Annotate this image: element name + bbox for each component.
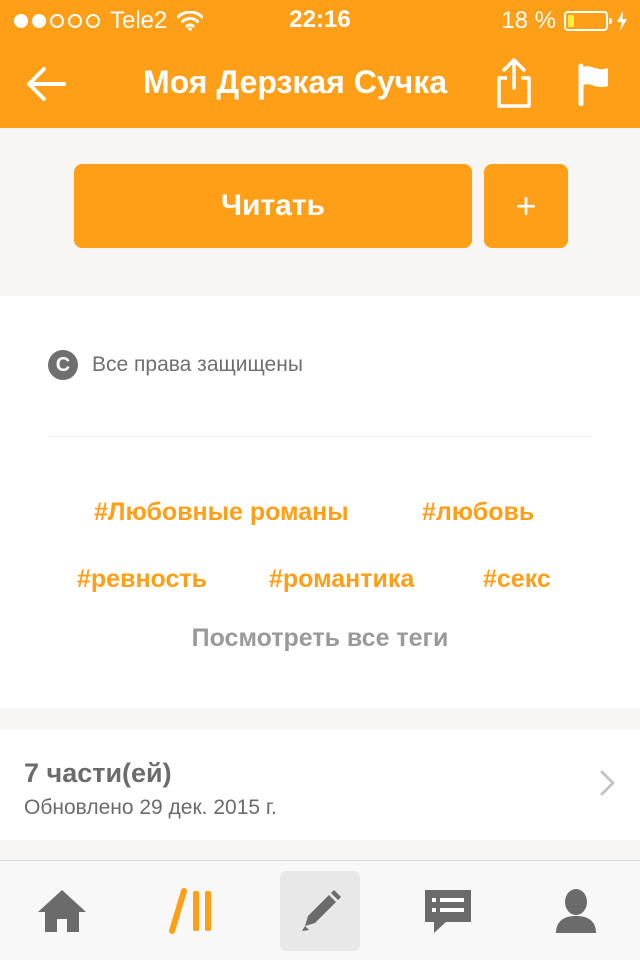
tab-profile[interactable]: [536, 871, 616, 951]
copyright-icon: C: [48, 350, 78, 380]
tab-home[interactable]: [22, 871, 102, 951]
home-icon: [38, 890, 86, 932]
view-all-tags-link[interactable]: Посмотреть все теги: [0, 624, 640, 653]
tag-link[interactable]: #романтика: [269, 565, 414, 594]
read-button[interactable]: Читать: [74, 164, 472, 248]
tag-link[interactable]: #любовь: [422, 498, 534, 527]
nav-bar: Моя Дерзкая Сучка: [0, 40, 640, 128]
battery-icon: [564, 11, 612, 31]
tag-link[interactable]: #секс: [483, 565, 551, 594]
tab-library[interactable]: [152, 871, 232, 951]
updated-date: Обновлено 29 дек. 2015 г.: [24, 796, 277, 819]
copyright-row: C Все права защищены: [48, 350, 303, 380]
charging-bolt-icon: [617, 11, 627, 31]
status-right: 18 %: [501, 6, 628, 36]
report-flag-icon[interactable]: [574, 62, 614, 106]
library-icon: [169, 888, 211, 934]
read-actions: Читать +: [0, 128, 640, 296]
divider: [48, 436, 592, 437]
tab-bar: [0, 860, 640, 960]
parts-count: 7 части(ей): [24, 758, 172, 788]
tag-link[interactable]: #Любовные романы: [94, 498, 349, 527]
pencil-icon: [302, 890, 341, 931]
chevron-right-icon: [600, 770, 615, 796]
add-to-library-button[interactable]: +: [484, 164, 568, 248]
tab-write[interactable]: [280, 871, 360, 951]
copyright-text: Все права защищены: [92, 353, 303, 376]
story-title: Моя Дерзкая Сучка: [142, 64, 448, 100]
battery-percent: 18 %: [501, 7, 556, 34]
tab-messages[interactable]: [408, 871, 488, 951]
share-icon[interactable]: [492, 56, 536, 110]
tag-link[interactable]: #ревность: [77, 565, 207, 594]
app-header: Tele2 22:16 18 % Моя Дерзкая Сучка: [0, 0, 640, 128]
profile-icon: [556, 889, 596, 933]
back-arrow-icon[interactable]: [22, 60, 70, 108]
parts-list-row[interactable]: 7 части(ей) Обновлено 29 дек. 2015 г.: [0, 730, 640, 840]
chat-icon: [425, 890, 471, 933]
status-bar: Tele2 22:16 18 %: [0, 0, 640, 40]
story-info-card: C Все права защищены #Любовные романы #л…: [0, 296, 640, 708]
